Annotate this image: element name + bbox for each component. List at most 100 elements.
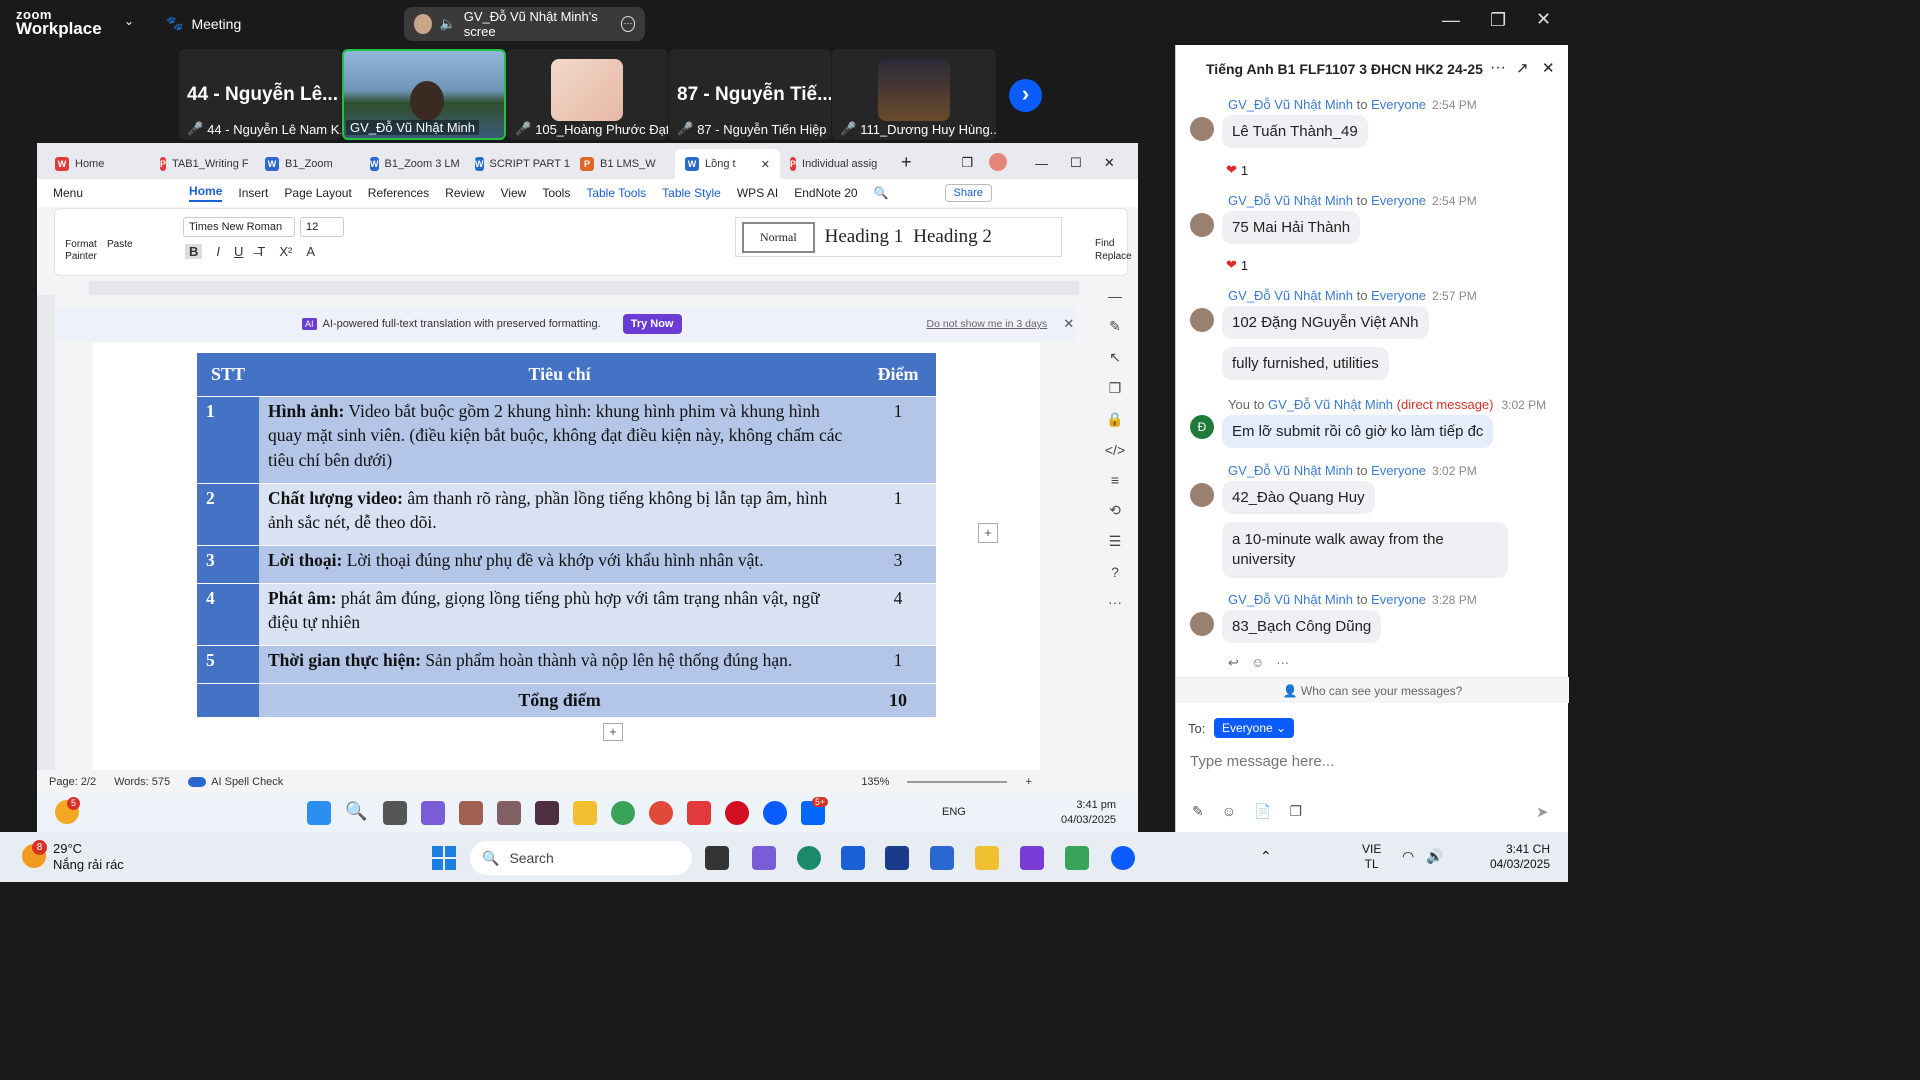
italic-icon[interactable]: I <box>216 244 220 259</box>
copilot-icon[interactable] <box>421 801 445 825</box>
tab-doc-active[interactable]: W Lồng t ✕ <box>675 149 780 179</box>
language-indicator[interactable]: VIE TL <box>1362 842 1381 872</box>
participant-tile[interactable]: 🎤 105_Hoàng Phước Đạt... <box>507 49 668 140</box>
weather-widget[interactable]: 29°C Nắng rải rác <box>53 841 124 873</box>
menu-endnote[interactable]: EndNote 20 <box>794 186 857 200</box>
meeting-menu[interactable]: 🐾 Meeting <box>166 15 241 32</box>
recipient-select[interactable]: Everyone ⌄ <box>1214 718 1295 738</box>
app-icon[interactable] <box>1065 846 1089 870</box>
clock[interactable]: 3:41 CH 04/03/2025 <box>1482 842 1550 872</box>
lock-icon[interactable]: 🔒 <box>1106 411 1123 428</box>
participant-tile[interactable]: 44 - Nguyễn Lê... 🎤 44 - Nguyễn Lê Nam K.… <box>179 49 341 140</box>
privacy-notice[interactable]: 👤 Who can see your messages? <box>1176 677 1569 703</box>
menu-review[interactable]: Review <box>445 186 484 200</box>
menu-insert[interactable]: Insert <box>238 186 268 200</box>
score-cell[interactable]: 4 <box>860 583 936 646</box>
style-heading-1[interactable]: Heading 1 <box>825 226 904 248</box>
paste-button[interactable]: Paste <box>107 239 133 250</box>
format-icon[interactable]: ✎ <box>1192 803 1204 820</box>
menu-page-layout[interactable]: Page Layout <box>284 186 351 200</box>
tab-doc[interactable]: P Individual assig <box>780 149 885 179</box>
chevron-up-icon[interactable]: ⌃ <box>1260 848 1272 865</box>
task-view-icon[interactable] <box>383 801 407 825</box>
wifi-icon[interactable]: ◠ <box>1402 848 1414 865</box>
criteria-cell[interactable]: Thời gian thực hiện: Sản phẩm hoàn thành… <box>259 645 860 684</box>
spell-check-toggle[interactable]: AI Spell Check <box>188 776 283 788</box>
app-icon[interactable] <box>497 801 521 825</box>
opera-icon[interactable] <box>725 801 749 825</box>
message-bubble[interactable]: Lê Tuấn Thành_49 <box>1222 115 1368 148</box>
menu-table-style[interactable]: Table Style <box>662 186 721 200</box>
banner-dismiss-link[interactable]: Do not show me in 3 days <box>927 318 1048 330</box>
message-bubble[interactable]: 102 Đặng NGuyễn Việt ANh <box>1222 306 1429 339</box>
copilot-icon[interactable] <box>752 846 776 870</box>
menu-table-tools[interactable]: Table Tools <box>586 186 646 200</box>
word-icon[interactable] <box>930 846 954 870</box>
maximize-icon[interactable]: ☐ <box>1070 155 1082 171</box>
participant-tile[interactable]: 🎤 111_Dương Huy Hùng... <box>832 49 996 140</box>
tab-doc[interactable]: W B1_Zoom <box>255 149 360 179</box>
format-painter-button[interactable]: Format Painter <box>61 239 101 263</box>
font-color-icon[interactable]: A <box>306 244 315 259</box>
score-cell[interactable]: 3 <box>860 545 936 584</box>
tab-list-icon[interactable]: ❐ <box>962 155 974 171</box>
document-page[interactable]: STT Tiêu chí Điểm 1 Hình ảnh: Video bắt … <box>93 343 1040 770</box>
style-normal[interactable]: Normal <box>742 221 815 253</box>
try-now-button[interactable]: Try Now <box>622 314 682 334</box>
underline-icon[interactable]: U <box>234 244 243 259</box>
strikethrough-icon[interactable]: ̶T <box>257 244 265 259</box>
tab-doc[interactable]: W B1_Zoom 3 LM <box>360 149 465 179</box>
pen-icon[interactable]: ✎ <box>1109 318 1121 335</box>
search-icon[interactable]: 🔍 <box>874 186 889 200</box>
reply-icon[interactable]: ↩ <box>1228 655 1239 671</box>
screen-share-pill[interactable]: 🔈 GV_Đỗ Vũ Nhật Minh's scree ··· <box>404 7 645 41</box>
filter-icon[interactable]: ≡ <box>1111 472 1119 488</box>
more-icon[interactable]: ··· <box>1276 655 1289 671</box>
superscript-icon[interactable]: X² <box>279 244 292 259</box>
more-icon[interactable]: ··· <box>1490 59 1506 77</box>
message-bubble[interactable]: 75 Mai Hải Thành <box>1222 211 1361 244</box>
menu-references[interactable]: References <box>368 186 429 200</box>
more-icon[interactable]: ··· <box>1108 594 1122 610</box>
menu-view[interactable]: View <box>501 186 527 200</box>
message-input[interactable] <box>1190 747 1550 775</box>
wps-icon[interactable] <box>687 801 711 825</box>
message-bubble[interactable]: fully furnished, utilities <box>1222 347 1389 380</box>
tab-home[interactable]: W Home <box>45 149 150 179</box>
chrome-icon[interactable] <box>611 801 635 825</box>
language-indicator[interactable]: ENG <box>942 806 966 818</box>
font-size-select[interactable]: 12 <box>300 217 344 237</box>
emoji-icon[interactable]: ☺ <box>1222 803 1236 820</box>
send-icon[interactable]: ➤ <box>1536 803 1549 821</box>
minimize-icon[interactable]: — <box>1442 10 1460 31</box>
app-icon[interactable] <box>885 846 909 870</box>
windows-start-icon[interactable] <box>307 801 331 825</box>
app-icon[interactable] <box>459 801 483 825</box>
participant-tile-active[interactable]: GV_Đỗ Vũ Nhật Minh <box>342 49 506 140</box>
criteria-cell[interactable]: Hình ảnh: Video bắt buộc gồm 2 khung hìn… <box>259 396 860 484</box>
volume-icon[interactable]: 🔊 <box>1426 848 1443 865</box>
folder-icon[interactable] <box>975 846 999 870</box>
style-heading-2[interactable]: Heading 2 <box>913 226 992 248</box>
search-icon[interactable]: 🔍 <box>345 801 369 825</box>
participant-tile[interactable]: 87 - Nguyễn Tiế... 🎤 87 - Nguyễn Tiến Hiệ… <box>669 49 831 140</box>
criteria-cell[interactable]: Chất lượng video: âm thanh rõ ràng, phần… <box>259 483 860 546</box>
screenshot-icon[interactable]: ❐ <box>1289 803 1302 820</box>
zoom-in-icon[interactable]: + <box>1025 776 1031 788</box>
criteria-cell[interactable]: Phát âm: phát âm đúng, giọng lồng tiếng … <box>259 583 860 646</box>
reaction[interactable]: ❤ 1 <box>1226 162 1248 178</box>
message-bubble[interactable]: 42_Đào Quang Huy <box>1222 481 1375 514</box>
copy-icon[interactable]: ❐ <box>1109 380 1122 397</box>
help-icon[interactable]: ? <box>1111 564 1119 580</box>
task-view-icon[interactable] <box>705 846 729 870</box>
more-icon[interactable]: ··· <box>620 16 635 32</box>
message-bubble[interactable]: 83_Bạch Công Dũng <box>1222 610 1382 643</box>
new-tab-icon[interactable]: + <box>901 152 912 173</box>
zoom-icon[interactable] <box>763 801 787 825</box>
clock[interactable]: 3:41 pm 04/03/2025 <box>1061 798 1116 828</box>
minimize-icon[interactable]: — <box>1035 156 1048 171</box>
code-icon[interactable]: </> <box>1105 442 1125 458</box>
share-button[interactable]: Share <box>944 184 992 202</box>
close-icon[interactable]: ✕ <box>1542 59 1555 77</box>
criteria-cell[interactable]: Lời thoại: Lời thoại đúng như phụ đề và … <box>259 545 860 584</box>
